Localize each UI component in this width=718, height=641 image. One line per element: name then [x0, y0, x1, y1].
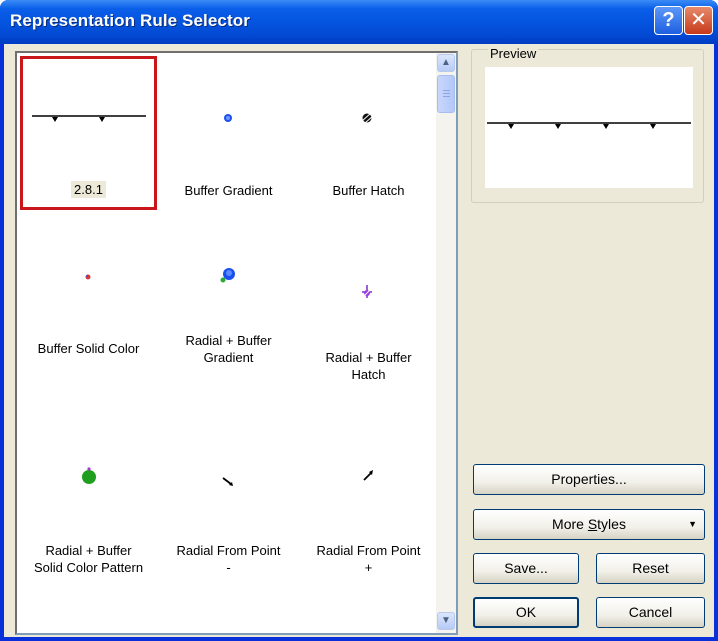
rule-tile-radial-from-point-plus[interactable]: Radial From Point + — [300, 426, 437, 596]
representation-rules-list[interactable]: 2.8.1 Buffer Gradient Buffer Hatch Buffe… — [15, 51, 458, 635]
chevron-down-icon: ▼ — [688, 519, 697, 529]
rule-label-line-2: - — [226, 560, 231, 575]
scroll-thumb[interactable] — [437, 75, 455, 113]
save-button[interactable]: Save... — [473, 553, 579, 584]
cancel-button[interactable]: Cancel — [596, 597, 705, 628]
hatched-dot-icon — [361, 112, 374, 124]
rule-tile-2-8-1[interactable]: 2.8.1 — [20, 56, 157, 210]
grip-line — [443, 93, 450, 94]
purple-hatch-dot-icon — [362, 285, 372, 298]
rule-label: Buffer Solid Color — [37, 341, 140, 356]
preview-canvas — [485, 67, 693, 188]
rule-label: Buffer Hatch — [332, 183, 405, 198]
small-arrow-up-icon — [363, 470, 373, 481]
rule-tile-radial-buffer-hatch[interactable]: Radial + Buffer Hatch — [300, 233, 437, 403]
rule-label: 2.8.1 — [71, 181, 106, 198]
more-styles-label: More Styles — [552, 516, 626, 532]
rule-label-line-1: Radial From Point — [316, 543, 421, 558]
preview-group: Preview — [471, 46, 704, 203]
rule-label-line-1: Radial + Buffer — [185, 333, 272, 348]
rule-label: Buffer Gradient — [184, 183, 273, 198]
rule-label-line-2: + — [364, 560, 373, 575]
vertical-scrollbar[interactable]: ▲ ▼ — [436, 53, 456, 633]
rule-label-line-2: Solid Color Pattern — [33, 560, 144, 575]
rule-label-line-2: Gradient — [203, 350, 254, 365]
scroll-down-arrow-icon[interactable]: ▼ — [437, 612, 455, 630]
reset-button[interactable]: Reset — [596, 553, 705, 584]
preview-label: Preview — [488, 46, 539, 61]
ok-button[interactable]: OK — [473, 597, 579, 628]
rule-label-line-1: Radial + Buffer — [45, 543, 132, 558]
rule-label-line-1: Radial From Point — [176, 543, 281, 558]
green-dot-icon — [82, 467, 96, 484]
small-red-dot-icon — [85, 274, 91, 280]
more-styles-button[interactable]: More Styles ▼ — [473, 509, 705, 540]
grip-line — [443, 96, 450, 97]
dialog-body: 2.8.1 Buffer Gradient Buffer Hatch Buffe… — [4, 44, 714, 637]
rule-tile-radial-buffer-solid-color-pattern[interactable]: Radial + Buffer Solid Color Pattern — [20, 426, 157, 596]
cartographic-line-with-triangles-icon — [32, 115, 146, 122]
help-button[interactable]: ? — [654, 6, 683, 35]
rule-tile-buffer-solid-color[interactable]: Buffer Solid Color — [20, 233, 157, 403]
small-arrow-icon — [222, 477, 233, 486]
grip-line — [443, 90, 450, 91]
rule-tile-radial-buffer-gradient[interactable]: Radial + Buffer Gradient — [160, 233, 297, 403]
rule-label-line-1: Radial + Buffer — [325, 350, 412, 365]
blue-green-dot-icon — [220, 268, 235, 283]
properties-button[interactable]: Properties... — [473, 464, 705, 495]
scroll-up-arrow-icon[interactable]: ▲ — [437, 54, 455, 72]
blue-dot-icon — [224, 114, 232, 122]
preview-line-symbol-icon — [487, 122, 691, 129]
rule-tile-buffer-hatch[interactable]: Buffer Hatch — [300, 56, 437, 210]
rule-label-line-2: Hatch — [351, 367, 386, 382]
close-button[interactable]: ✕ — [684, 6, 713, 35]
rule-tile-radial-from-point-minus[interactable]: Radial From Point - — [160, 426, 297, 596]
title-bar[interactable]: Representation Rule Selector ? ✕ — [0, 0, 718, 44]
rule-tile-buffer-gradient[interactable]: Buffer Gradient — [160, 56, 297, 210]
dialog-window: Representation Rule Selector ? ✕ 2.8.1 B… — [0, 0, 718, 641]
window-title: Representation Rule Selector — [10, 11, 250, 30]
